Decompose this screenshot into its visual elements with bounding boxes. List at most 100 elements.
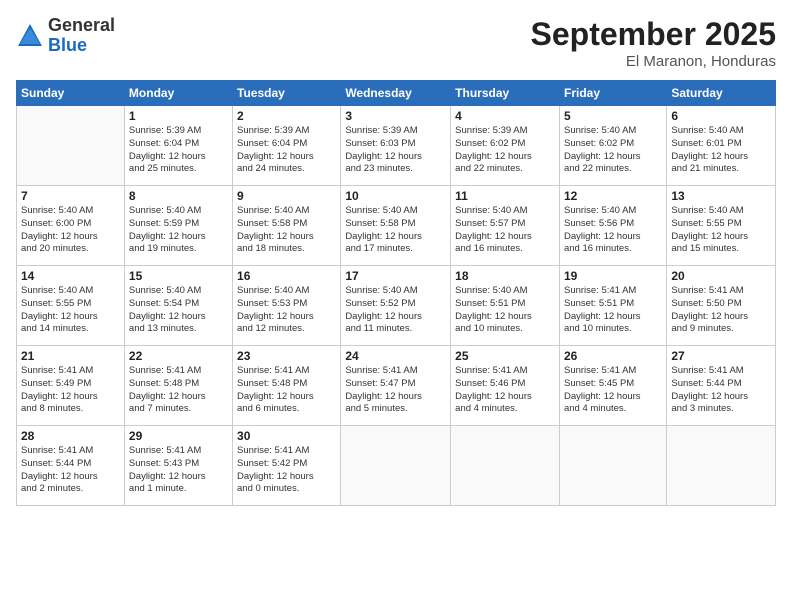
calendar-cell: 3 Sunrise: 5:39 AM Sunset: 6:03 PM Daylig… [341,106,451,186]
day-info: Sunrise: 5:40 AM Sunset: 5:55 PM Dayligh… [671,205,771,256]
calendar-table: SundayMondayTuesdayWednesdayThursdayFrid… [16,80,776,506]
day-number: 22 [129,349,228,363]
logo: General Blue [16,16,115,56]
calendar-cell: 16 Sunrise: 5:40 AM Sunset: 5:53 PM Dayli… [233,266,341,346]
calendar-cell: 24Sunrise: 5:41 AM Sunset: 5:47 PM Dayli… [341,346,451,426]
calendar-cell [341,426,451,506]
day-info: Sunrise: 5:41 AM Sunset: 5:45 PM Dayligh… [564,365,662,416]
calendar-day-header: Tuesday [233,81,341,106]
calendar-cell [667,426,776,506]
day-number: 29 [129,429,228,443]
day-number: 5 [564,109,662,123]
day-number: 27 [671,349,771,363]
day-info: Sunrise: 5:40 AM Sunset: 5:52 PM Dayligh… [345,285,446,336]
calendar-week-row: 28 Sunrise: 5:41 AM Sunset: 5:44 PM Dayli… [17,426,776,506]
calendar-cell: 20Sunrise: 5:41 AM Sunset: 5:50 PM Dayli… [667,266,776,346]
calendar-cell [451,426,560,506]
day-number: 15 [129,269,228,283]
day-info: Sunrise: 5:40 AM Sunset: 5:54 PM Dayligh… [129,285,228,336]
day-number: 6 [671,109,771,123]
header: General Blue September 2025 El Maranon, … [16,16,776,70]
day-number: 23 [237,349,336,363]
day-number: 14 [21,269,120,283]
calendar-day-header: Sunday [17,81,125,106]
calendar-cell: 22 Sunrise: 5:41 AM Sunset: 5:48 PM Dayli… [124,346,232,426]
day-number: 13 [671,189,771,203]
calendar-cell: 6Sunrise: 5:40 AM Sunset: 6:01 PM Daylig… [667,106,776,186]
day-info: Sunrise: 5:41 AM Sunset: 5:48 PM Dayligh… [237,365,336,416]
calendar-cell: 29 Sunrise: 5:41 AM Sunset: 5:43 PM Dayli… [124,426,232,506]
day-info: Sunrise: 5:41 AM Sunset: 5:50 PM Dayligh… [671,285,771,336]
calendar-day-header: Monday [124,81,232,106]
calendar-cell: 4 Sunrise: 5:39 AM Sunset: 6:02 PM Daylig… [451,106,560,186]
calendar-cell: 8 Sunrise: 5:40 AM Sunset: 5:59 PM Daylig… [124,186,232,266]
calendar-cell: 11 Sunrise: 5:40 AM Sunset: 5:57 PM Dayli… [451,186,560,266]
calendar-cell: 28 Sunrise: 5:41 AM Sunset: 5:44 PM Dayli… [17,426,125,506]
calendar-cell: 1Sunrise: 5:39 AM Sunset: 6:04 PM Daylig… [124,106,232,186]
day-info: Sunrise: 5:41 AM Sunset: 5:49 PM Dayligh… [21,365,120,416]
day-info: Sunrise: 5:41 AM Sunset: 5:48 PM Dayligh… [129,365,228,416]
calendar-week-row: 14 Sunrise: 5:40 AM Sunset: 5:55 PM Dayli… [17,266,776,346]
day-info: Sunrise: 5:41 AM Sunset: 5:42 PM Dayligh… [237,445,336,496]
day-info: Sunrise: 5:40 AM Sunset: 5:53 PM Dayligh… [237,285,336,336]
day-info: Sunrise: 5:39 AM Sunset: 6:02 PM Dayligh… [455,125,555,176]
day-number: 28 [21,429,120,443]
day-number: 10 [345,189,446,203]
day-info: Sunrise: 5:40 AM Sunset: 5:58 PM Dayligh… [237,205,336,256]
day-number: 16 [237,269,336,283]
calendar-cell: 19 Sunrise: 5:41 AM Sunset: 5:51 PM Dayli… [559,266,666,346]
location: El Maranon, Honduras [531,53,776,70]
month-title: September 2025 [531,16,776,53]
calendar-cell: 27 Sunrise: 5:41 AM Sunset: 5:44 PM Dayli… [667,346,776,426]
calendar-cell: 12Sunrise: 5:40 AM Sunset: 5:56 PM Dayli… [559,186,666,266]
day-number: 4 [455,109,555,123]
calendar-week-row: 1Sunrise: 5:39 AM Sunset: 6:04 PM Daylig… [17,106,776,186]
calendar-cell: 30 Sunrise: 5:41 AM Sunset: 5:42 PM Dayli… [233,426,341,506]
day-number: 7 [21,189,120,203]
logo-blue-text: Blue [48,36,115,56]
day-info: Sunrise: 5:41 AM Sunset: 5:46 PM Dayligh… [455,365,555,416]
calendar-cell: 2Sunrise: 5:39 AM Sunset: 6:04 PM Daylig… [233,106,341,186]
day-number: 12 [564,189,662,203]
day-number: 26 [564,349,662,363]
day-number: 30 [237,429,336,443]
day-info: Sunrise: 5:41 AM Sunset: 5:51 PM Dayligh… [564,285,662,336]
day-info: Sunrise: 5:40 AM Sunset: 5:59 PM Dayligh… [129,205,228,256]
title-block: September 2025 El Maranon, Honduras [531,16,776,70]
day-info: Sunrise: 5:41 AM Sunset: 5:47 PM Dayligh… [345,365,446,416]
calendar-cell: 26 Sunrise: 5:41 AM Sunset: 5:45 PM Dayli… [559,346,666,426]
day-info: Sunrise: 5:40 AM Sunset: 6:00 PM Dayligh… [21,205,120,256]
calendar-header-row: SundayMondayTuesdayWednesdayThursdayFrid… [17,81,776,106]
day-info: Sunrise: 5:39 AM Sunset: 6:03 PM Dayligh… [345,125,446,176]
day-number: 21 [21,349,120,363]
calendar-cell: 25 Sunrise: 5:41 AM Sunset: 5:46 PM Dayli… [451,346,560,426]
calendar-week-row: 21 Sunrise: 5:41 AM Sunset: 5:49 PM Dayli… [17,346,776,426]
day-number: 3 [345,109,446,123]
calendar-cell [17,106,125,186]
calendar-cell: 18Sunrise: 5:40 AM Sunset: 5:51 PM Dayli… [451,266,560,346]
logo-general-text: General [48,16,115,36]
day-number: 19 [564,269,662,283]
day-info: Sunrise: 5:41 AM Sunset: 5:43 PM Dayligh… [129,445,228,496]
day-info: Sunrise: 5:39 AM Sunset: 6:04 PM Dayligh… [237,125,336,176]
day-info: Sunrise: 5:40 AM Sunset: 5:55 PM Dayligh… [21,285,120,336]
calendar-cell: 17Sunrise: 5:40 AM Sunset: 5:52 PM Dayli… [341,266,451,346]
day-info: Sunrise: 5:41 AM Sunset: 5:44 PM Dayligh… [671,365,771,416]
day-number: 9 [237,189,336,203]
day-info: Sunrise: 5:40 AM Sunset: 6:02 PM Dayligh… [564,125,662,176]
calendar-cell: 23 Sunrise: 5:41 AM Sunset: 5:48 PM Dayli… [233,346,341,426]
day-info: Sunrise: 5:41 AM Sunset: 5:44 PM Dayligh… [21,445,120,496]
day-number: 8 [129,189,228,203]
calendar-cell [559,426,666,506]
calendar-day-header: Saturday [667,81,776,106]
calendar-day-header: Wednesday [341,81,451,106]
calendar-cell: 10Sunrise: 5:40 AM Sunset: 5:58 PM Dayli… [341,186,451,266]
day-number: 11 [455,189,555,203]
day-info: Sunrise: 5:40 AM Sunset: 5:57 PM Dayligh… [455,205,555,256]
calendar-cell: 14 Sunrise: 5:40 AM Sunset: 5:55 PM Dayli… [17,266,125,346]
day-number: 25 [455,349,555,363]
calendar-day-header: Thursday [451,81,560,106]
calendar-day-header: Friday [559,81,666,106]
calendar-week-row: 7 Sunrise: 5:40 AM Sunset: 6:00 PM Daylig… [17,186,776,266]
calendar-cell: 13 Sunrise: 5:40 AM Sunset: 5:55 PM Dayli… [667,186,776,266]
